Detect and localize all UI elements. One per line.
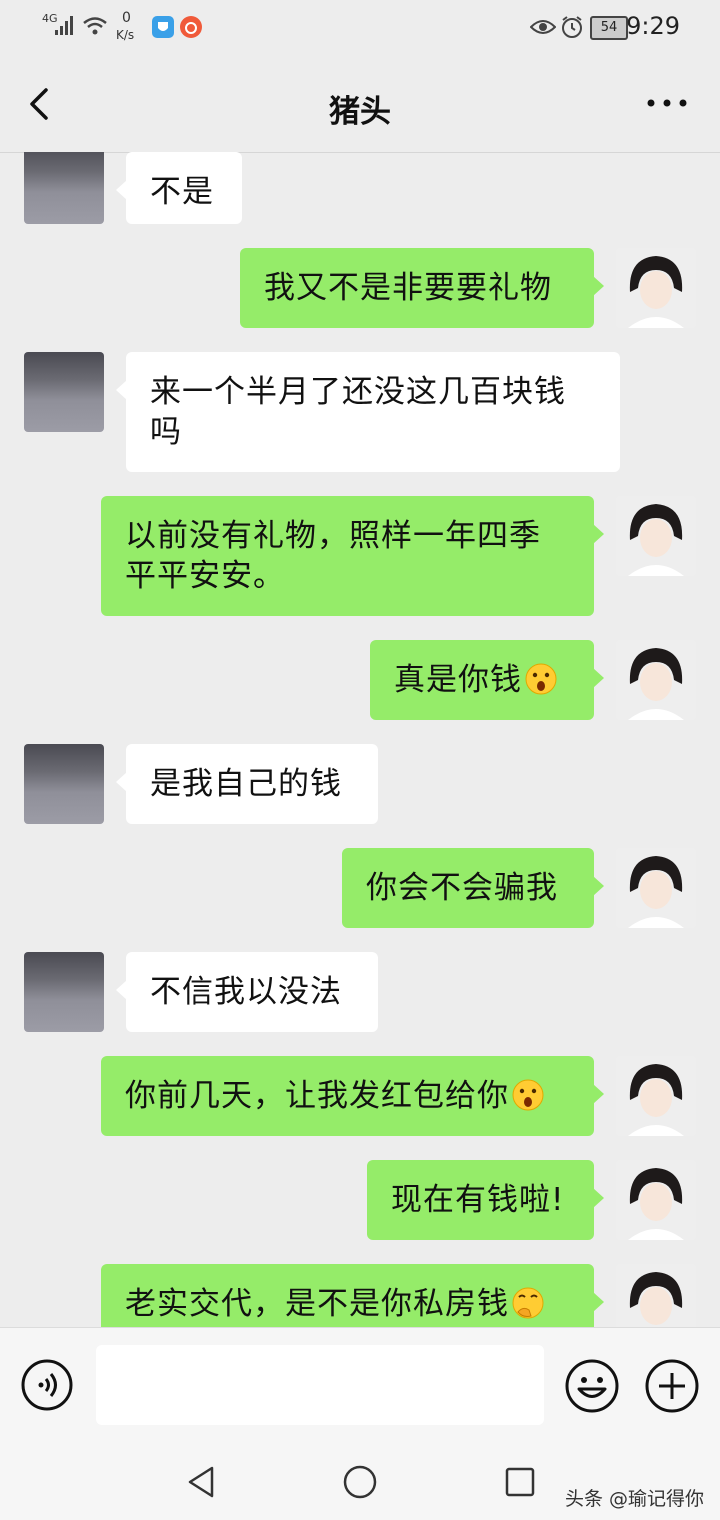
user-portrait-icon <box>616 1264 696 1327</box>
voice-input-icon[interactable] <box>20 1358 74 1412</box>
nav-recents-icon[interactable] <box>500 1462 540 1502</box>
message-input-bar <box>0 1327 720 1443</box>
nav-home-icon[interactable] <box>340 1462 380 1502</box>
message-bubble-sent[interactable]: 真是你钱 <box>370 640 604 720</box>
contact-avatar[interactable] <box>24 352 104 432</box>
message-bubble-received[interactable]: 不信我以没法 <box>116 952 378 1032</box>
message-text: 真是你钱 <box>394 662 522 698</box>
my-avatar[interactable] <box>616 640 696 720</box>
eye-comfort-icon <box>530 20 556 34</box>
message-text: 老实交代，是不是你私房钱 <box>125 1286 509 1322</box>
user-portrait-icon <box>616 1056 696 1136</box>
chat-message-list[interactable]: 不是 我又不是非要要礼物 来一个半月了还没这几百块钱吗 以前没有礼物，照样一年四… <box>0 152 720 1327</box>
user-portrait-icon <box>616 640 696 720</box>
add-more-icon[interactable] <box>644 1358 700 1414</box>
chat-header: 猪头 <box>0 56 720 153</box>
my-avatar[interactable] <box>616 1264 696 1327</box>
contact-avatar[interactable] <box>24 744 104 824</box>
user-portrait-icon <box>616 248 696 328</box>
message-bubble-sent[interactable]: 老实交代，是不是你私房钱 <box>101 1264 604 1327</box>
my-avatar[interactable] <box>616 496 696 576</box>
message-bubble-sent[interactable]: 以前没有礼物，照样一年四季平平安安。 <box>101 496 604 616</box>
my-avatar[interactable] <box>616 1056 696 1136</box>
contact-avatar[interactable] <box>24 952 104 1032</box>
signal-icon <box>55 16 73 35</box>
chat-title: 猪头 <box>329 94 391 130</box>
contact-avatar[interactable] <box>24 152 104 224</box>
message-bubble-sent[interactable]: 你前几天，让我发红包给你 <box>101 1056 604 1136</box>
user-portrait-icon <box>616 1160 696 1240</box>
my-avatar[interactable] <box>616 848 696 928</box>
network-speed-unit: K/s <box>116 28 135 42</box>
battery-indicator: 54 <box>590 16 628 40</box>
message-bubble-received[interactable]: 是我自己的钱 <box>116 744 378 824</box>
user-portrait-icon <box>616 496 696 576</box>
emoji-picker-icon[interactable] <box>564 1358 620 1414</box>
thinking-emoji-icon <box>512 1287 544 1319</box>
status-bar: 4G 0 K/s 54 9:29 <box>0 0 720 56</box>
my-avatar[interactable] <box>616 1160 696 1240</box>
message-input[interactable] <box>96 1345 544 1425</box>
clock-time: 9:29 <box>626 12 680 40</box>
my-avatar[interactable] <box>616 248 696 328</box>
more-options-icon[interactable] <box>644 88 690 118</box>
message-bubble-sent[interactable]: 我又不是非要要礼物 <box>240 248 604 328</box>
message-bubble-sent[interactable]: 现在有钱啦! <box>367 1160 604 1240</box>
surprised-emoji-icon <box>512 1079 544 1111</box>
nav-back-icon[interactable] <box>182 1462 222 1502</box>
message-bubble-sent[interactable]: 你会不会骗我 <box>342 848 604 928</box>
message-text: 你前几天，让我发红包给你 <box>125 1078 509 1114</box>
network-speed-value: 0 <box>122 10 131 26</box>
message-bubble-received[interactable]: 来一个半月了还没这几百块钱吗 <box>116 352 620 472</box>
shield-app-icon <box>152 16 174 38</box>
message-bubble-received[interactable]: 不是 <box>116 152 242 224</box>
alarm-icon <box>562 16 582 38</box>
surprised-emoji-icon <box>525 663 557 695</box>
weibo-app-icon <box>180 16 202 38</box>
watermark-label: 头条 @瑜记得你 <box>564 1488 704 1510</box>
wifi-icon <box>83 17 107 35</box>
user-portrait-icon <box>616 848 696 928</box>
